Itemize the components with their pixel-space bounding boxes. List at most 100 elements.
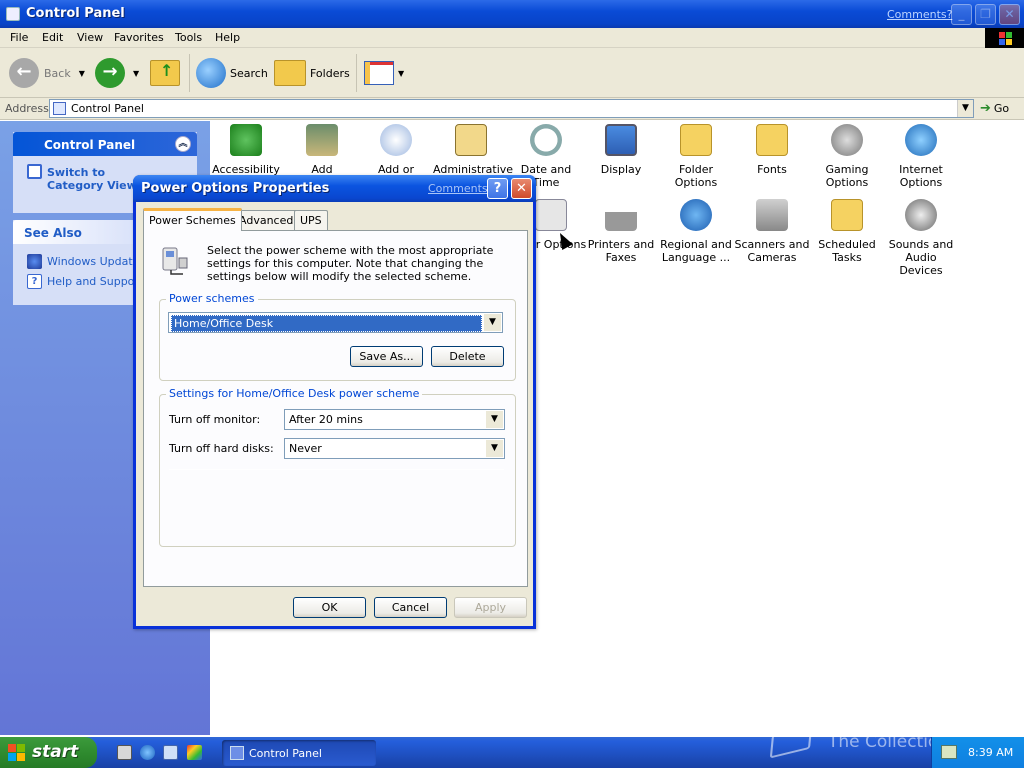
close-icon: ✕ [1004, 7, 1015, 21]
help-button[interactable]: ? [487, 178, 508, 199]
taskbar-button-control-panel[interactable]: Control Panel [222, 740, 376, 766]
power-options-icon [535, 199, 567, 231]
intro-text: Select the power scheme with the most ap… [207, 244, 494, 283]
control-panel-section-header[interactable]: Control Panel ︽ [13, 132, 197, 156]
clock[interactable]: 8:39 AM [968, 746, 1013, 759]
ok-button[interactable]: OK [293, 597, 366, 618]
back-dropdown-icon[interactable]: ▼ [79, 69, 85, 78]
item-label: Scanners and Cameras [734, 238, 810, 264]
dialog-title-bar[interactable]: Power Options Properties Comments? ? ✕ [133, 175, 536, 202]
power-schemes-legend: Power schemes [166, 292, 258, 305]
search-button[interactable]: Search [196, 55, 268, 91]
tab-power-schemes[interactable]: Power Schemes [143, 208, 242, 231]
cp-item-fonts[interactable]: Fonts [734, 124, 810, 176]
menu-file[interactable]: File [9, 30, 29, 45]
restore-icon: ❐ [980, 7, 991, 21]
dialog-comments-link[interactable]: Comments? [428, 182, 493, 195]
task-label: Control Panel [249, 747, 322, 760]
tab-advanced[interactable]: Advanced [233, 210, 300, 230]
search-label: Search [230, 66, 268, 80]
turn-off-hard-disks-select[interactable]: Never ▼ [284, 438, 505, 459]
item-label: Internet Options [899, 163, 943, 189]
windows-update-link[interactable]: Windows Update [47, 255, 139, 268]
cp-item-sounds-audio[interactable]: Sounds and Audio Devices [883, 199, 959, 277]
close-button[interactable]: ✕ [999, 4, 1020, 25]
menu-favorites[interactable]: Favorites [113, 30, 165, 45]
media-player-icon[interactable] [163, 745, 178, 760]
cp-item-scheduled-tasks[interactable]: Scheduled Tasks [809, 199, 885, 264]
power-scheme-select[interactable]: Home/Office Desk ▼ [168, 312, 503, 333]
cp-item-scanners-cameras[interactable]: Scanners and Cameras [734, 199, 810, 264]
collapse-chevron-icon[interactable]: ︽ [175, 136, 191, 152]
display-icon [605, 124, 637, 156]
comments-link[interactable]: Comments? [887, 8, 952, 21]
control-panel-icon [230, 746, 244, 760]
menu-help[interactable]: Help [214, 30, 241, 45]
views-icon [364, 61, 394, 85]
section-title: Control Panel [44, 138, 136, 152]
chevron-down-icon[interactable]: ▼ [957, 100, 973, 117]
regional-language-icon [680, 199, 712, 231]
start-label: start [32, 742, 79, 762]
windows-logo-icon [985, 28, 1024, 48]
cp-item-gaming-options[interactable]: Gaming Options [809, 124, 885, 189]
cp-item-printers-faxes[interactable]: Printers and Faxes [583, 199, 659, 264]
power-tray-icon[interactable] [941, 745, 957, 759]
tab-ups[interactable]: UPS [294, 210, 328, 230]
start-button[interactable]: start [0, 737, 97, 768]
internet-options-icon [905, 124, 937, 156]
forward-dropdown-icon[interactable]: ▼ [133, 69, 139, 78]
cp-item-accessibility[interactable]: Accessibility [208, 124, 284, 176]
internet-explorer-icon[interactable] [140, 745, 155, 760]
cp-item-display[interactable]: Display [583, 124, 659, 176]
menu-bar: File Edit View Favorites Tools Help [0, 28, 1024, 48]
cp-item-administrative-tools[interactable]: Administrative [433, 124, 513, 176]
menu-edit[interactable]: Edit [41, 30, 64, 45]
scheme-settings-group: Settings for Home/Office Desk power sche… [159, 387, 516, 547]
maximize-button[interactable]: ❐ [975, 4, 996, 25]
windows-update-icon [27, 254, 42, 269]
go-button[interactable]: ➔ Go [980, 101, 1009, 116]
minimize-button[interactable]: _ [951, 4, 972, 25]
windows-flag-icon [8, 744, 25, 761]
power-schemes-page: Select the power scheme with the most ap… [143, 230, 528, 587]
chevron-down-icon[interactable]: ▼ [486, 440, 503, 457]
chevron-down-icon[interactable]: ▼ [486, 411, 503, 428]
apply-button[interactable]: Apply [454, 597, 527, 618]
address-input[interactable]: Control Panel ▼ [49, 99, 974, 118]
cancel-button[interactable]: Cancel [374, 597, 447, 618]
sounds-audio-icon [905, 199, 937, 231]
windows-messenger-icon[interactable] [187, 745, 202, 760]
item-label: Sounds and Audio Devices [888, 238, 954, 277]
cp-item-folder-options[interactable]: Folder Options [658, 124, 734, 189]
turn-off-monitor-select[interactable]: After 20 mins ▼ [284, 409, 505, 430]
back-button[interactable]: ← Back ▼ [9, 55, 85, 91]
forward-button[interactable]: → ▼ [95, 55, 139, 91]
settings-divider [169, 469, 504, 470]
show-desktop-icon[interactable] [117, 745, 132, 760]
dialog-close-button[interactable]: ✕ [511, 178, 532, 199]
gaming-options-icon [831, 124, 863, 156]
window-title-bar[interactable]: Control Panel Comments? _ ❐ ✕ [0, 0, 1024, 28]
cp-item-regional-language[interactable]: Regional and Language ... [658, 199, 734, 264]
up-folder-button[interactable]: ↑ [150, 55, 180, 91]
menu-tools[interactable]: Tools [174, 30, 203, 45]
views-button[interactable]: ▼ [364, 55, 404, 91]
chevron-down-icon[interactable]: ▼ [484, 314, 501, 331]
folders-label: Folders [310, 66, 350, 80]
item-label: Regional and Language ... [660, 238, 732, 264]
delete-button[interactable]: Delete [431, 346, 504, 367]
save-as-button[interactable]: Save As... [350, 346, 423, 367]
cp-item-add-remove-programs[interactable]: Add or [358, 124, 434, 176]
back-label: Back [44, 66, 71, 80]
menu-view[interactable]: View [76, 30, 104, 45]
views-dropdown-icon: ▼ [398, 68, 405, 78]
forward-arrow-icon: → [95, 58, 125, 88]
folders-button[interactable]: Folders [274, 55, 350, 91]
minimize-icon: _ [958, 7, 965, 21]
help-and-support-link[interactable]: Help and Support [47, 275, 143, 288]
scheme-settings-legend: Settings for Home/Office Desk power sche… [166, 387, 423, 400]
toolbar-separator [189, 54, 190, 92]
section-title: See Also [24, 226, 82, 240]
cp-item-internet-options[interactable]: Internet Options [883, 124, 959, 189]
